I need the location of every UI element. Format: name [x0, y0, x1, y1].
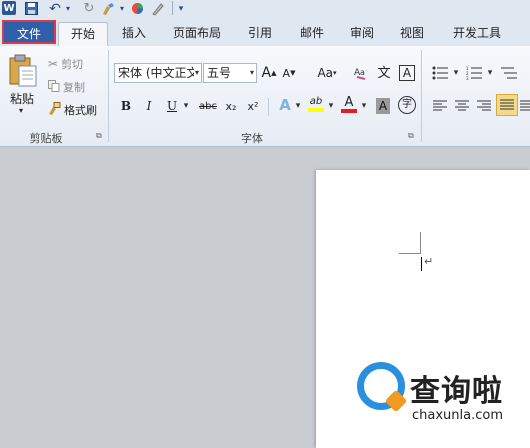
justify-icon[interactable] — [496, 94, 518, 116]
clear-formatting-icon[interactable]: Aa — [352, 63, 370, 83]
word-app-icon[interactable]: W — [2, 1, 16, 15]
font-family-select[interactable]: 宋体 (中文正文 ▾ — [114, 63, 202, 83]
color-wheel-icon[interactable] — [130, 1, 144, 16]
grow-font-button[interactable]: A ▲ — [261, 63, 277, 83]
enclose-characters-icon: 字 — [398, 96, 416, 114]
align-center-icon[interactable] — [452, 96, 472, 116]
group-separator — [421, 50, 422, 142]
paste-button-label[interactable]: 粘贴 — [10, 90, 34, 107]
tab-developer[interactable]: 开发工具 — [446, 22, 508, 44]
distributed-align-icon[interactable] — [520, 96, 530, 116]
bullets-icon[interactable] — [430, 63, 452, 83]
margin-corner-mark — [420, 232, 421, 254]
undo-icon[interactable]: ↶ — [48, 1, 62, 17]
customize-qat-icon[interactable]: ▾ — [176, 1, 186, 16]
copy-label: 复制 — [63, 81, 85, 94]
superscript-button[interactable]: x² — [244, 96, 262, 116]
format-painter-label: 格式刷 — [64, 104, 97, 117]
qat-separator — [172, 1, 173, 15]
highlight-color-bar — [308, 108, 324, 112]
svg-text:a: a — [360, 68, 365, 77]
paste-dropdown-icon[interactable]: ▾ — [19, 106, 23, 115]
italic-button[interactable]: I — [141, 96, 157, 116]
draw-icon[interactable] — [150, 1, 166, 16]
highlight-dropdown-icon[interactable]: ▾ — [327, 96, 335, 116]
change-case-icon: Aa — [317, 66, 334, 80]
chevron-down-icon: ▾ — [249, 68, 254, 77]
character-shading-button[interactable]: A — [374, 96, 392, 116]
underline-button[interactable]: U — [164, 96, 180, 116]
phonetic-guide-button[interactable]: 文 — [374, 61, 394, 81]
tab-page-layout[interactable]: 页面布局 — [166, 22, 228, 44]
svg-text:3: 3 — [466, 76, 469, 80]
chevron-down-icon: ▾ — [193, 64, 199, 82]
font-family-value: 宋体 (中文正文 — [118, 66, 199, 80]
tab-view[interactable]: 视图 — [392, 22, 432, 44]
grow-font-icon: A — [261, 65, 272, 81]
numbering-dropdown-icon[interactable]: ▾ — [486, 63, 494, 83]
copy-button[interactable]: 复制 — [48, 79, 85, 95]
format-painter-icon — [48, 102, 61, 118]
font-separator — [268, 98, 269, 116]
undo-dropdown-icon[interactable]: ▾ — [64, 1, 72, 16]
font-color-bar — [341, 108, 357, 113]
watermark-title: 查询啦 — [410, 374, 503, 409]
tab-mailings[interactable]: 邮件 — [292, 22, 332, 44]
highlight-icon: ab — [309, 96, 323, 107]
tab-insert[interactable]: 插入 — [114, 22, 154, 44]
paste-icon[interactable] — [8, 54, 38, 88]
save-icon[interactable] — [24, 1, 38, 16]
paragraph-mark: ↵ — [424, 255, 434, 268]
cut-label: 剪切 — [61, 58, 84, 71]
group-separator — [108, 50, 109, 142]
character-shading-icon: A — [375, 98, 391, 114]
font-group-label: 字体 — [241, 132, 263, 145]
enclose-characters-button[interactable]: 字 — [397, 95, 417, 115]
qat-dropdown-icon[interactable]: ▾ — [118, 1, 126, 16]
watermark-logo-icon — [357, 362, 405, 410]
cut-button[interactable]: ✂ 剪切 — [48, 56, 83, 72]
bold-button[interactable]: B — [118, 96, 134, 116]
text-effects-button[interactable]: A — [276, 95, 294, 115]
align-left-icon[interactable] — [430, 96, 450, 116]
scissors-icon: ✂ — [48, 57, 59, 71]
tab-file[interactable]: 文件 — [2, 20, 56, 44]
font-dialog-launcher-icon[interactable]: ⧉ — [408, 131, 414, 141]
shrink-font-icon: A — [282, 66, 291, 80]
numbering-icon[interactable]: 123 — [464, 63, 486, 83]
watermark-url: chaxunla.com — [412, 408, 503, 423]
strikethrough-button[interactable]: abc — [197, 96, 219, 116]
ribbon-tabs: 开始 插入 页面布局 引用 邮件 审阅 视图 开发工具 — [0, 18, 530, 48]
quick-access-toolbar: W ↶ ▾ ↻ ▾ ▾ — [0, 0, 530, 18]
text-cursor — [421, 257, 422, 271]
underline-dropdown-icon[interactable]: ▾ — [182, 96, 190, 116]
font-color-button[interactable]: A — [340, 94, 358, 114]
tab-review[interactable]: 审阅 — [342, 22, 382, 44]
redo-icon[interactable]: ↻ — [82, 1, 96, 16]
highlight-button[interactable]: ab — [306, 94, 326, 114]
align-right-icon[interactable] — [474, 96, 494, 116]
text-effects-dropdown-icon[interactable]: ▾ — [294, 96, 302, 116]
format-painter-button[interactable]: 格式刷 — [48, 102, 97, 118]
tab-home[interactable]: 开始 — [58, 22, 108, 48]
character-border-button[interactable]: A — [398, 63, 416, 83]
format-brush-icon[interactable] — [100, 1, 116, 16]
bullets-dropdown-icon[interactable]: ▾ — [452, 63, 460, 83]
copy-icon — [48, 79, 60, 95]
subscript-button[interactable]: x₂ — [222, 96, 240, 116]
change-case-button[interactable]: Aa ▾ — [312, 63, 342, 83]
font-color-icon: A — [344, 94, 354, 110]
tab-references[interactable]: 引用 — [240, 22, 280, 44]
clipboard-dialog-launcher-icon[interactable]: ⧉ — [96, 131, 102, 141]
phonetic-guide-icon: 文 — [377, 65, 391, 81]
multilevel-list-icon[interactable] — [498, 63, 520, 83]
font-size-value: 五号 — [207, 66, 232, 80]
character-border-icon: A — [398, 65, 416, 81]
ribbon-home: 粘贴 ▾ ✂ 剪切 复制 格式刷 剪贴板 ⧉ 宋体 (中文正文 ▾ 五号 ▾ A… — [0, 46, 530, 147]
shrink-font-button[interactable]: A ▼ — [281, 63, 297, 83]
font-color-dropdown-icon[interactable]: ▾ — [360, 96, 368, 116]
margin-corner-mark — [399, 253, 421, 254]
clipboard-group-label: 剪贴板 — [29, 132, 63, 145]
font-size-select[interactable]: 五号 ▾ — [203, 63, 257, 83]
